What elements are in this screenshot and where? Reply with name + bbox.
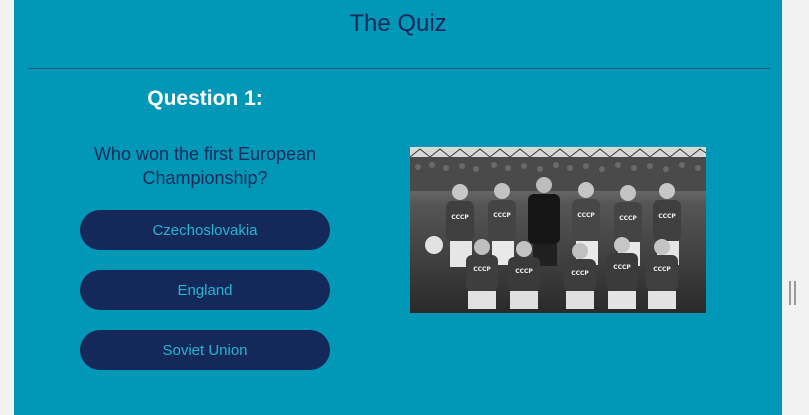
resize-handle[interactable] bbox=[789, 281, 796, 305]
answer-button-czechoslovakia[interactable]: Czechoslovakia bbox=[80, 210, 330, 250]
svg-text:CCCP: CCCP bbox=[577, 212, 595, 219]
quiz-panel: The Quiz Question 1: Who won the first E… bbox=[14, 0, 782, 415]
team-photo: CCCP CCCP CCCP CCCP CCCP CCCP CCCP CCCP … bbox=[410, 147, 706, 313]
quiz-title: The Quiz bbox=[349, 10, 447, 37]
svg-text:CCCP: CCCP bbox=[658, 213, 676, 220]
question-number: Question 1: bbox=[147, 87, 263, 110]
svg-text:CCCP: CCCP bbox=[515, 268, 533, 275]
team-photo-illustration: CCCP CCCP CCCP CCCP CCCP CCCP CCCP CCCP … bbox=[410, 147, 706, 313]
svg-text:CCCP: CCCP bbox=[493, 212, 511, 219]
svg-text:CCCP: CCCP bbox=[473, 266, 491, 273]
title-divider bbox=[28, 68, 770, 69]
answer-button-england[interactable]: England bbox=[80, 270, 330, 310]
svg-text:CCCP: CCCP bbox=[613, 264, 631, 271]
question-column: Question 1: Who won the first European C… bbox=[80, 84, 330, 390]
svg-text:CCCP: CCCP bbox=[619, 215, 637, 222]
svg-text:CCCP: CCCP bbox=[451, 214, 469, 221]
page: The Quiz Question 1: Who won the first E… bbox=[0, 0, 809, 415]
question-text: Who won the first European Championship? bbox=[93, 144, 317, 188]
svg-text:CCCP: CCCP bbox=[653, 266, 671, 273]
answer-button-soviet-union[interactable]: Soviet Union bbox=[80, 330, 330, 370]
answer-list: Czechoslovakia England Soviet Union bbox=[80, 210, 330, 370]
svg-text:CCCP: CCCP bbox=[571, 270, 589, 277]
